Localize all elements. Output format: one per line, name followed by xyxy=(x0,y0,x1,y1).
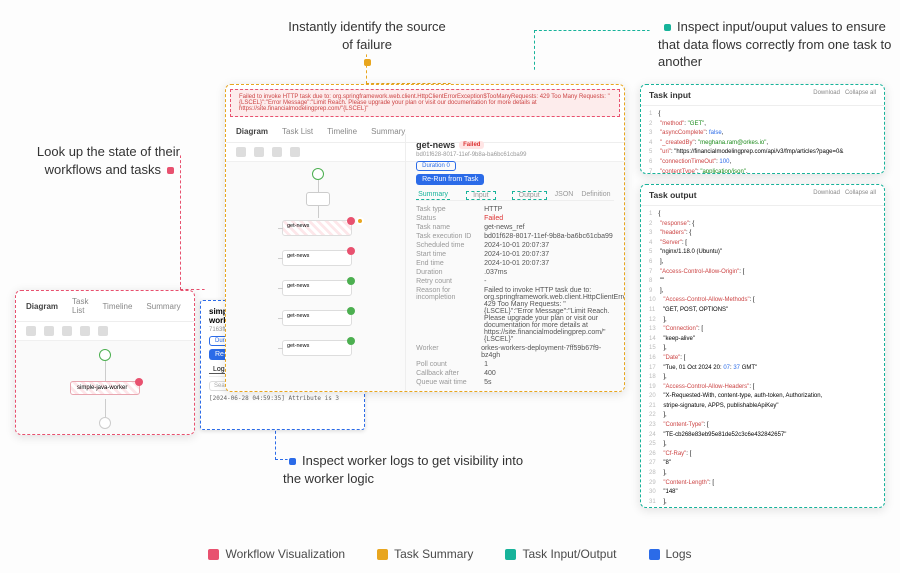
fit-icon[interactable] xyxy=(80,326,90,336)
zoom-out-icon[interactable] xyxy=(272,147,282,157)
tab-diagram[interactable]: Diagram xyxy=(26,302,58,311)
legend-swatch-blue xyxy=(649,549,660,560)
tab-timeline[interactable]: Timeline xyxy=(102,302,132,311)
start-node-c[interactable] xyxy=(312,168,324,180)
dot-blue xyxy=(289,458,296,465)
selected-indicator xyxy=(356,217,364,225)
tabs-left: Diagram Task List Timeline Summary Workf… xyxy=(16,291,194,322)
download-button[interactable]: Download xyxy=(813,190,840,196)
legend-swatch-pink xyxy=(208,549,219,560)
output-title: Task outputDownload Collapse all xyxy=(641,185,884,206)
zoom-in-icon[interactable] xyxy=(254,147,264,157)
fork-node[interactable] xyxy=(306,192,330,206)
task-title: get-newsFailed xyxy=(416,140,614,150)
workflow-canvas-center[interactable]: get-news get-news get-news get-news get-… xyxy=(226,162,624,392)
toolbar-left xyxy=(16,322,194,341)
collapse-button[interactable]: Collapse all xyxy=(845,90,876,96)
task-node-failed[interactable]: simple-java-worker xyxy=(70,381,140,395)
callout-logs: Inspect worker logs to get visibility in… xyxy=(283,452,543,487)
task-node[interactable]: get-news xyxy=(282,280,352,296)
dot-pink xyxy=(167,167,174,174)
task-output-panel: Task outputDownload Collapse all 1{2 "re… xyxy=(640,184,885,508)
task-node[interactable]: get-news xyxy=(282,220,352,236)
collapse-button[interactable]: Collapse all xyxy=(845,190,876,196)
input-title: Task inputDownload Collapse all xyxy=(641,85,884,106)
error-banner: Failed to invoke HTTP task due to: org.s… xyxy=(230,89,620,117)
task-summary-pane: get-newsFailed bd01f628-8017-11ef-9b8a-b… xyxy=(405,134,624,392)
dot-teal xyxy=(664,24,671,31)
kv-row: Task typeHTTP xyxy=(416,205,614,214)
task-node[interactable]: get-news xyxy=(282,310,352,326)
callout-io: Inspect input/ouput values to ensure tha… xyxy=(658,18,893,71)
subtab-output[interactable]: Output xyxy=(512,191,547,200)
workflow-viz-panel: Diagram Task List Timeline Summary Workf… xyxy=(15,290,195,435)
legend: Workflow Visualization Task Summary Task… xyxy=(0,547,900,561)
tab-diagram-c[interactable]: Diagram xyxy=(236,127,268,136)
task-node[interactable]: get-news xyxy=(282,340,352,356)
callout-state: Look up the state of their workflows and… xyxy=(30,143,180,178)
output-code[interactable]: 1{2 "response": {3 "headers": {4 "Server… xyxy=(641,206,884,508)
workflow-canvas-left[interactable]: simple-java-worker xyxy=(16,341,194,434)
rerun-button-c[interactable]: Re-Run from Task xyxy=(416,174,484,185)
download-button[interactable]: Download xyxy=(813,90,840,96)
tab-summary[interactable]: Summary xyxy=(146,302,180,311)
failure-panel: Failed to invoke HTTP task due to: org.s… xyxy=(225,84,625,392)
legend-swatch-teal xyxy=(505,549,516,560)
subtab-json[interactable]: JSON xyxy=(555,191,574,200)
task-node[interactable]: get-news xyxy=(282,250,352,266)
refresh-icon[interactable] xyxy=(236,147,246,157)
start-node[interactable] xyxy=(99,349,111,361)
task-input-panel: Task inputDownload Collapse all 1{2 "met… xyxy=(640,84,885,174)
subtab-def[interactable]: Definition xyxy=(581,191,610,200)
subtab-summary[interactable]: Summary xyxy=(416,191,450,200)
connector-io xyxy=(534,30,650,70)
fit-icon[interactable] xyxy=(290,147,300,157)
status-badge: Failed xyxy=(459,141,484,149)
refresh-icon[interactable] xyxy=(26,326,36,336)
zoom-in-icon[interactable] xyxy=(44,326,54,336)
expand-icon[interactable] xyxy=(98,326,108,336)
connector-failure xyxy=(366,54,451,84)
input-code[interactable]: 1{2 "method": "GET",3 "asyncComplete": f… xyxy=(641,106,884,174)
legend-swatch-amber xyxy=(377,549,388,560)
duration-chip: Duration 0 xyxy=(416,161,456,171)
end-node[interactable] xyxy=(99,417,111,429)
subtab-input[interactable]: Input xyxy=(466,191,496,200)
log-line: [2024-06-28 04:59:35] Attribute is 3 xyxy=(209,395,356,402)
connector-state xyxy=(180,155,205,290)
exec-id: bd01f628-8017-11ef-9b8a-ba6bc61cba99 xyxy=(416,152,614,158)
tab-tasklist[interactable]: Task List xyxy=(72,297,88,315)
zoom-out-icon[interactable] xyxy=(62,326,72,336)
